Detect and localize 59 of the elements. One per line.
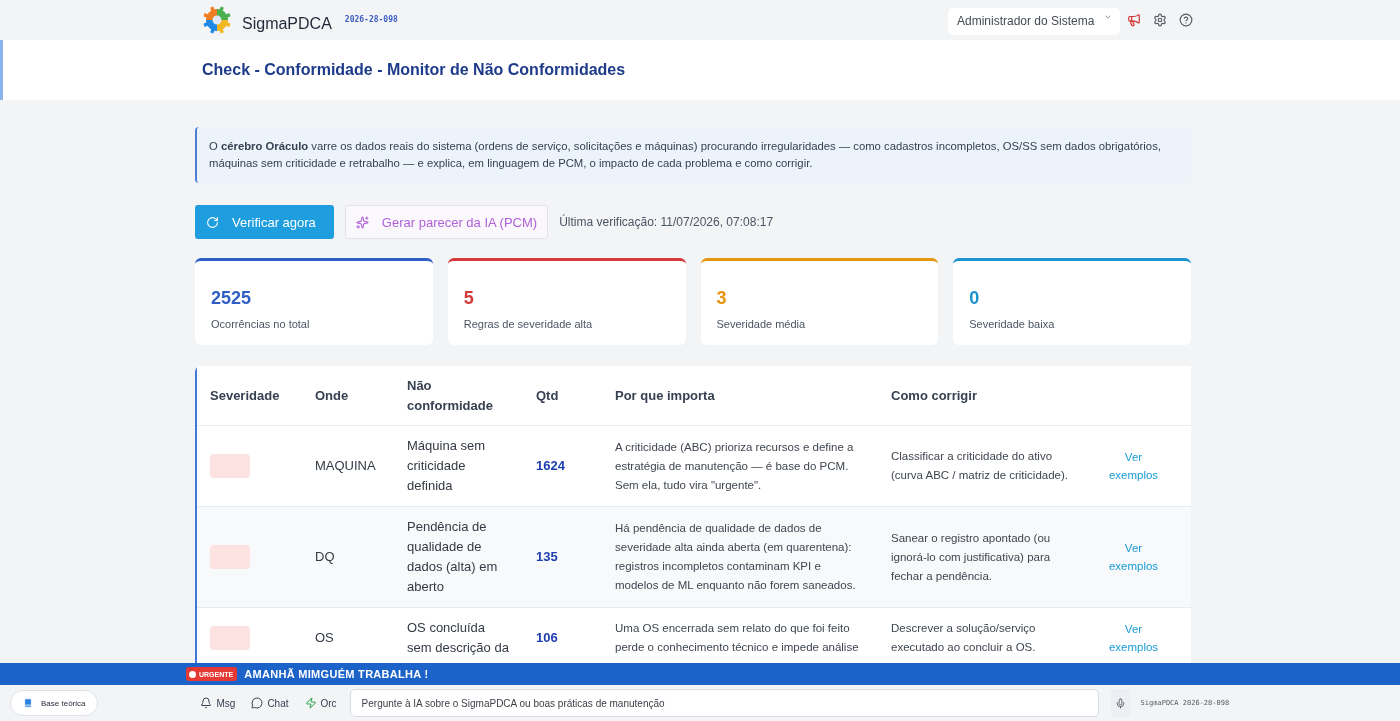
sparkle-icon bbox=[355, 215, 369, 229]
knowledge-base-button[interactable]: Base teórica bbox=[10, 690, 99, 716]
user-menu[interactable]: Administrador do Sistema bbox=[948, 7, 1120, 35]
chat-button[interactable]: Chat bbox=[251, 697, 289, 709]
stat-value: 3 bbox=[716, 287, 728, 309]
status-dot-icon bbox=[189, 670, 196, 678]
last-check-text: Última verificação: 11/07/2026, 07:08:17 bbox=[559, 215, 774, 229]
settings-icon bbox=[1153, 13, 1167, 27]
help-icon bbox=[1179, 13, 1193, 27]
table-cell-text: Uma OS encerrada sem relato do que foi feito perde o conhecimento técnico e impede análise bbox=[615, 621, 860, 655]
refresh-icon bbox=[206, 215, 219, 229]
app-name: SigmaPDCA bbox=[242, 15, 332, 33]
alert-message: AMANHÃ MIMGUÉM TRABALHA ! bbox=[244, 668, 429, 680]
gear-logo-icon bbox=[203, 6, 231, 34]
table-cell-text: OS concluída sem descrição da bbox=[407, 619, 510, 657]
info-text: O cérebro Oráculo varre os dados reais do sistema (ordens de serviço, solicitações e máquinas) procurando irregularidades — como cadastros incompletos, OS/SS sem dados obrigatórios, máquinas sem criticidade e retrabalho — e explica, em linguagem de PCM, o impacto de cada problema e como corrigir. bbox=[195, 127, 1191, 183]
table-cell-text: Pendência de qualidade de dados (alta) em aberto bbox=[407, 518, 499, 596]
megaphone-button[interactable] bbox=[1127, 13, 1141, 27]
column-header: Onde bbox=[315, 386, 350, 405]
orc-button[interactable]: Orc bbox=[304, 697, 337, 709]
ai-report-button[interactable]: Gerar parecer da IA (PCM) bbox=[344, 205, 549, 239]
stat-label: Regras de severidade alta bbox=[463, 317, 594, 331]
table-cell-text: Máquina sem criticidade definida bbox=[407, 437, 487, 495]
table-cell-text: Sanear o registro apontado (ou ignorá-lo com justificativa) para fechar a pendência. bbox=[891, 530, 1052, 584]
lightning-icon bbox=[304, 697, 317, 709]
column-header: Qtd bbox=[536, 386, 560, 405]
caret-icon bbox=[1104, 13, 1112, 21]
stat-label: Severidade baixa bbox=[969, 317, 1056, 331]
ask-ai-input[interactable]: Pergunte à IA sobre o SigmaPDCA ou boas práticas de manutenção bbox=[349, 689, 1099, 717]
microphone-button[interactable] bbox=[1110, 689, 1131, 717]
stat-label: Severidade média bbox=[716, 317, 807, 331]
version-tag: 2026-28-098 bbox=[344, 14, 398, 24]
book-icon bbox=[23, 698, 33, 708]
quantity-cell-text: 1624 bbox=[536, 457, 565, 475]
column-header: Como corrigir bbox=[891, 386, 978, 405]
table-cell-text: DQ bbox=[315, 548, 335, 566]
table-cell-text: A criticidade (ABC) prioriza recursos e define a estratégia de manutenção — é base do PCM. Sem ela, tudo vira "urgente". bbox=[615, 439, 855, 493]
table-cell-text: Descrever a solução/serviço executado ao concluir a OS. bbox=[891, 621, 1037, 655]
column-header: Não conformidade bbox=[407, 376, 494, 415]
quantity-cell-text: 106 bbox=[536, 629, 558, 647]
table-cell-text: OS bbox=[315, 629, 334, 647]
table-cell-text: Classificar a criticidade do ativo (curva ABC / matriz de criticidade). bbox=[891, 449, 1070, 483]
help-button[interactable] bbox=[1179, 13, 1193, 27]
table-cell-text: Há pendência de qualidade de dados de severidade alta ainda aberta (em quarentena): registros incompletos contaminam KPI e modelos de ML enquanto não forem saneados. bbox=[615, 521, 857, 593]
bell-icon bbox=[200, 697, 213, 709]
messages-button[interactable]: Msg bbox=[200, 697, 236, 709]
quantity-cell-text: 135 bbox=[536, 548, 558, 566]
stat-label: Ocorrências no total bbox=[211, 317, 311, 331]
page-title: Check - Conformidade - Monitor de Não Conformidades bbox=[202, 61, 626, 79]
megaphone-icon bbox=[1127, 13, 1141, 27]
microphone-icon bbox=[1115, 697, 1127, 709]
settings-button[interactable] bbox=[1153, 13, 1167, 27]
stat-value: 0 bbox=[969, 287, 981, 309]
column-header: Severidade bbox=[210, 386, 281, 405]
stat-value: 5 bbox=[463, 287, 475, 309]
stat-value: 2525 bbox=[211, 287, 253, 309]
table-cell-text: MAQUINA bbox=[315, 457, 376, 475]
chat-bubble-icon bbox=[251, 697, 264, 709]
column-header: Por que importa bbox=[615, 386, 716, 405]
